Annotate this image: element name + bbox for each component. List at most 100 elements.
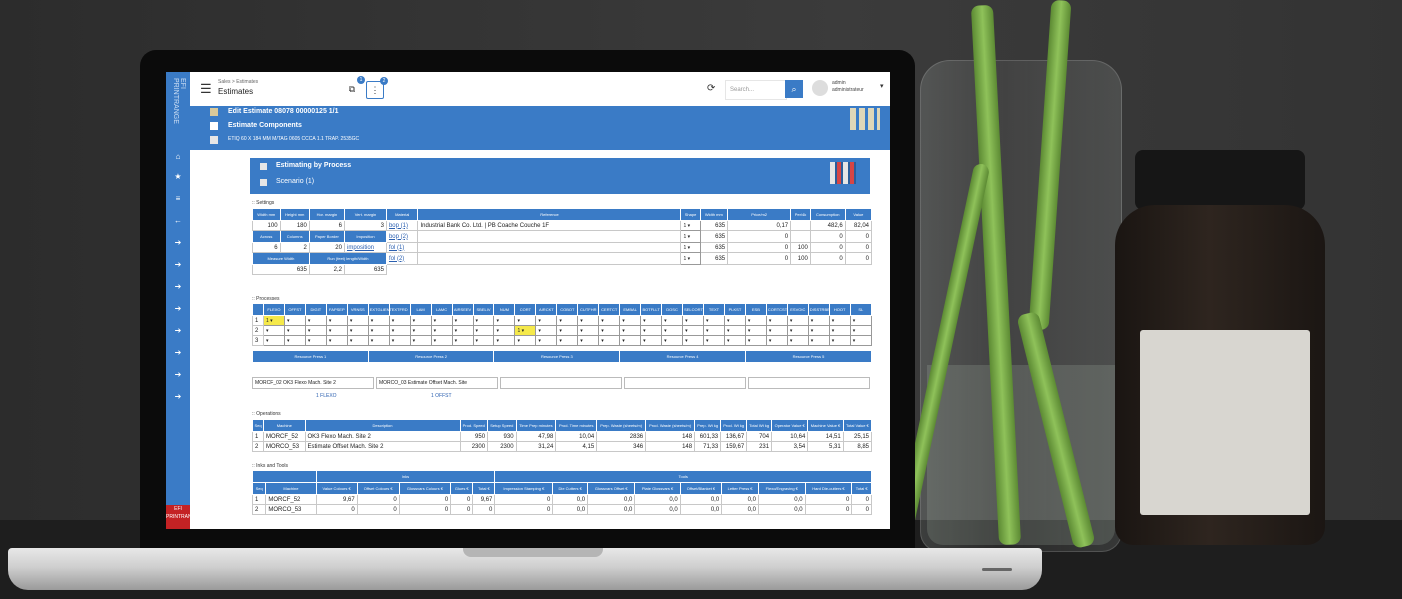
process-select[interactable]: ▾ (661, 325, 684, 336)
process-select[interactable]: ▾ (388, 335, 411, 346)
material-link[interactable]: bop (1) (385, 220, 419, 231)
process-select[interactable]: ▾ (409, 325, 432, 336)
process-select[interactable]: ▾ (640, 325, 663, 336)
nav-icon[interactable]: ➔ (173, 238, 183, 248)
per-field[interactable] (790, 220, 811, 231)
arrow-icon[interactable]: ← (173, 216, 183, 226)
process-select[interactable]: ▾ (367, 315, 390, 326)
shape-select[interactable]: 1 ▾ (680, 242, 701, 253)
vmargin-field[interactable]: 3 (343, 220, 387, 231)
process-select[interactable]: ▾ (535, 325, 558, 336)
menu-icon[interactable]: ☰ (200, 82, 212, 95)
process-select[interactable]: ▾ (346, 325, 369, 336)
nav-icon[interactable]: ➔ (173, 326, 183, 336)
process-select[interactable]: ▾ (283, 335, 306, 346)
process-select[interactable]: ▾ (367, 325, 390, 336)
process-select[interactable]: ▾ (493, 335, 516, 346)
process-select[interactable]: ▾ (849, 335, 873, 346)
process-select[interactable]: ▾ (682, 325, 705, 336)
nav-icon[interactable]: ➔ (173, 304, 183, 314)
process-select[interactable]: ▾ (493, 315, 516, 326)
breadcrumb[interactable]: Sales > Estimates (218, 79, 258, 85)
price-field[interactable]: 0 (727, 230, 792, 243)
shape-select[interactable]: 1 ▾ (680, 220, 701, 231)
process-select[interactable]: ▾ (828, 325, 851, 336)
resource-select-5[interactable] (748, 377, 870, 389)
process-select[interactable]: ▾ (786, 315, 809, 326)
process-select[interactable]: ▾ (577, 315, 600, 326)
process-select[interactable]: ▾ (304, 315, 327, 326)
process-select[interactable]: ▾ (703, 315, 725, 326)
process-select[interactable]: ▾ (263, 325, 285, 336)
process-select[interactable]: ▾ (535, 315, 558, 326)
reference-field[interactable] (417, 230, 682, 243)
avatar[interactable] (812, 80, 828, 96)
shape-select[interactable]: 1 ▾ (680, 252, 701, 265)
process-select[interactable]: ▾ (828, 335, 851, 346)
process-select[interactable]: ▾ (598, 315, 621, 326)
process-select[interactable]: ▾ (556, 335, 579, 346)
process-select[interactable]: ▾ (451, 325, 474, 336)
refresh-icon[interactable]: ⟳ (707, 83, 715, 94)
process-select[interactable]: ▾ (849, 315, 873, 326)
process-select[interactable]: ▾ (472, 335, 495, 346)
process-select[interactable]: 1 ▾ (263, 315, 285, 326)
nav-icon[interactable]: ➔ (173, 370, 183, 380)
run-width[interactable]: 635 (343, 264, 387, 275)
process-select[interactable]: ▾ (849, 325, 873, 336)
more-icon[interactable]: ⋮ 2 (366, 77, 388, 99)
width-field[interactable]: 100 (252, 220, 281, 231)
process-select[interactable]: ▾ (765, 335, 788, 346)
process-select[interactable]: ▾ (263, 335, 285, 346)
process-select[interactable]: ▾ (388, 325, 411, 336)
process-select[interactable]: ▾ (346, 315, 369, 326)
columns-field[interactable]: 2 (279, 242, 310, 253)
process-select[interactable]: ▾ (598, 325, 621, 336)
hmargin-field[interactable]: 6 (308, 220, 345, 231)
height-field[interactable]: 180 (279, 220, 310, 231)
process-select[interactable]: ▾ (807, 315, 830, 326)
process-select[interactable]: ▾ (472, 315, 495, 326)
search-input[interactable]: Search... (725, 80, 787, 100)
process-select[interactable]: ▾ (744, 325, 767, 336)
nav-icon[interactable]: ➔ (173, 282, 183, 292)
nav-icon[interactable]: ➔ (173, 260, 183, 270)
process-select[interactable]: ▾ (325, 325, 348, 336)
search-icon[interactable]: ⌕ (785, 80, 803, 98)
process-select[interactable]: ▾ (744, 335, 767, 346)
process-select[interactable]: ▾ (430, 315, 453, 326)
price-field[interactable]: 0 (727, 242, 792, 253)
process-select[interactable]: ▾ (451, 315, 474, 326)
process-select[interactable]: ▾ (409, 335, 432, 346)
home-icon[interactable]: ⌂ (173, 152, 183, 162)
table-cell[interactable]: MORCO_53 (263, 441, 306, 452)
copy-icon[interactable]: ⧉ 1 (344, 76, 365, 97)
resource-select-2[interactable]: MORCO_03 Estimate Offset Mach. Site (376, 377, 498, 389)
per-field[interactable]: 100 (790, 242, 811, 253)
process-select[interactable]: ▾ (577, 325, 600, 336)
process-select[interactable]: ▾ (744, 315, 767, 326)
per-field[interactable] (790, 230, 811, 243)
across-field[interactable]: 6 (252, 242, 281, 253)
resource-select-3[interactable] (500, 377, 622, 389)
process-select[interactable]: ▾ (283, 325, 306, 336)
process-select[interactable]: ▾ (493, 325, 516, 336)
process-select[interactable]: ▾ (388, 315, 411, 326)
user-menu[interactable]: admin administrateur (832, 80, 864, 94)
table-cell[interactable]: MORCF_52 (263, 431, 306, 442)
process-select[interactable]: ▾ (325, 315, 348, 326)
table-cell[interactable]: MORCF_52 (265, 494, 317, 505)
process-select[interactable]: ▾ (682, 335, 705, 346)
shape-select[interactable]: 1 ▾ (680, 230, 701, 243)
process-select[interactable]: ▾ (472, 325, 495, 336)
process-select[interactable]: ▾ (283, 315, 306, 326)
process-select[interactable]: ▾ (619, 335, 642, 346)
resource-select-4[interactable] (624, 377, 746, 389)
resource-select-1[interactable]: MORCF_02 OK3 Flexo Mach. Site 2 (252, 377, 374, 389)
process-select[interactable]: ▾ (807, 335, 830, 346)
nav-icon[interactable]: ➔ (173, 348, 183, 358)
process-select[interactable]: 1 ▾ (514, 325, 537, 336)
nav-icon[interactable]: ➔ (173, 392, 183, 402)
process-select[interactable]: ▾ (828, 315, 851, 326)
process-select[interactable]: ▾ (619, 325, 642, 336)
